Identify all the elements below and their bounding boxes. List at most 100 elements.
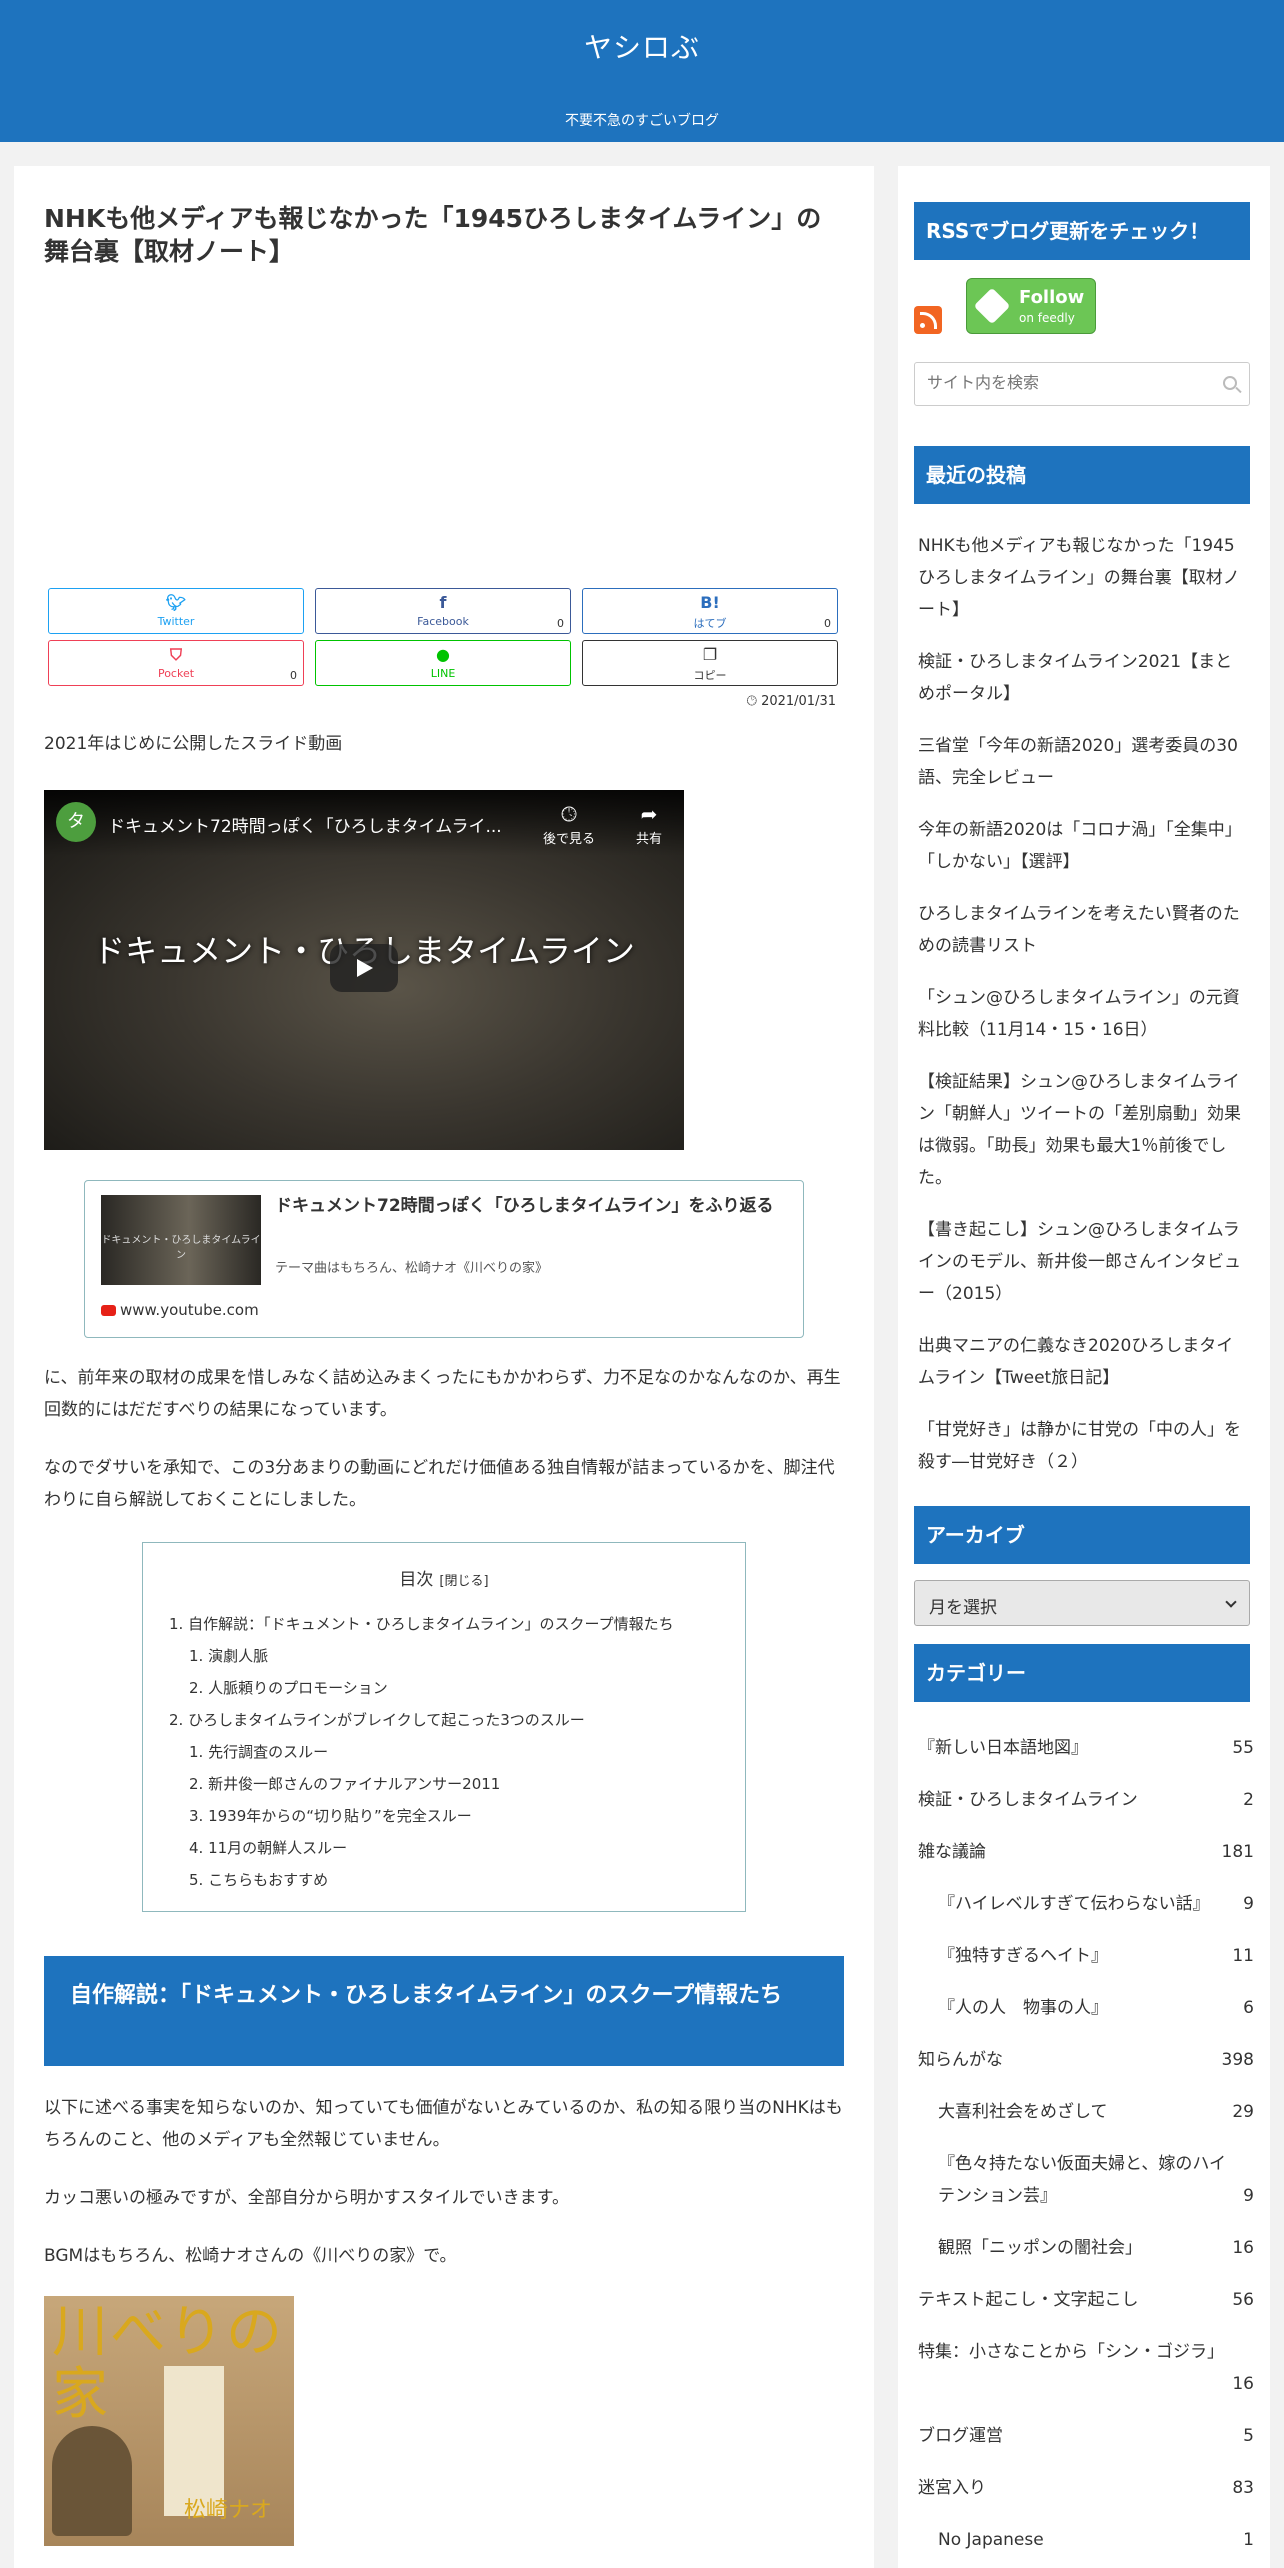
category-link[interactable]: 迷宮入り bbox=[918, 2472, 986, 2504]
chevron-down-icon bbox=[1225, 1596, 1237, 1608]
toc-item[interactable]: 2. 人脈頼りのプロモーション bbox=[189, 1677, 388, 1698]
card-title[interactable]: ドキュメント72時間っぽく「ひろしまタイムライン」をふり返る bbox=[275, 1191, 787, 1221]
category-link[interactable]: 特集：小さなことから「シン・ゴジラ」 bbox=[918, 2336, 1224, 2368]
recent-post-link[interactable]: 「シュン@ひろしまタイムライン」の元資料比較（11月14・15・16日） bbox=[918, 982, 1248, 1046]
search-box bbox=[914, 362, 1250, 406]
youtube-icon bbox=[101, 1305, 116, 1316]
search-input[interactable] bbox=[927, 373, 1207, 392]
category-count: 83 bbox=[1232, 2478, 1254, 2498]
youtube-embed[interactable]: タ ドキュメント72時間っぽく「ひろしまタイムライ... 🕓︎ 後で見る ➦ 共有 … bbox=[44, 790, 684, 1150]
copy-link-button[interactable]: ❐ コピー bbox=[582, 640, 838, 686]
article-title: NHKも他メディアも報じなかった「1945ひろしまタイムライン」の舞台裏【取材ノ… bbox=[44, 204, 822, 266]
share-pocket-button[interactable]: ⛉ Pocket 0 bbox=[48, 640, 304, 686]
paragraph: BGMはもちろん、松崎ナオさんの《川べりの家》で。 bbox=[44, 2246, 457, 2266]
section-heading: 自作解説：「ドキュメント・ひろしまタイムライン」のスクープ情報たち bbox=[44, 1956, 844, 2066]
recent-post-link[interactable]: 出典マニアの仁義なき2020ひろしまタイムライン【Tweet旅日記】 bbox=[918, 1330, 1248, 1394]
link-card[interactable]: ドキュメント・ひろしまタイムライン ドキュメント72時間っぽく「ひろしまタイムラ… bbox=[84, 1180, 804, 1338]
recent-post-link[interactable]: 【検証結果】シュン@ひろしまタイムライン「朝鮮人」ツイートの「差別扇動」効果は微… bbox=[918, 1066, 1248, 1194]
recent-post-link[interactable]: 三省堂「今年の新語2020」選考委員の30語、完全レビュー bbox=[918, 730, 1248, 794]
share-arrow-icon: ➦ bbox=[640, 802, 658, 826]
pocket-icon: ⛉ bbox=[169, 645, 182, 664]
category-link[interactable]: 大喜利社会をめざして bbox=[938, 2096, 1108, 2128]
clock-icon: 🕑︎ bbox=[746, 694, 762, 709]
category-link[interactable]: ブログ運営 bbox=[918, 2420, 1003, 2452]
category-link[interactable]: 観照「ニッポンの闇社会」 bbox=[938, 2232, 1142, 2264]
category-link[interactable]: 『色々持たない仮面夫婦と、嫁のハイテンション芸』 bbox=[938, 2148, 1238, 2212]
watch-later-button[interactable]: 🕓︎ 後で見る bbox=[534, 802, 604, 847]
paragraph: なのでダサいを承知で、この3分あまりの動画にどれだけ価値ある独自情報が詰まってい… bbox=[44, 1458, 835, 1510]
card-thumbnail[interactable]: ドキュメント・ひろしまタイムライン bbox=[101, 1195, 261, 1285]
share-count: 0 bbox=[557, 617, 564, 630]
toc-item[interactable]: 1. 先行調査のスルー bbox=[189, 1741, 328, 1762]
site-title[interactable]: ヤシロぶ bbox=[0, 26, 1284, 66]
rss-widget-title: RSSでブログ更新をチェック！ bbox=[914, 202, 1250, 260]
twitter-icon: 🐦︎ bbox=[165, 593, 187, 612]
category-count: 55 bbox=[1232, 1738, 1254, 1758]
search-icon[interactable] bbox=[1223, 376, 1237, 390]
recent-posts-title: 最近の投稿 bbox=[914, 446, 1250, 504]
category-link[interactable]: 『独特すぎるヘイト』 bbox=[938, 1940, 1108, 1972]
category-link[interactable]: 『人の人 物事の人』 bbox=[938, 1992, 1108, 2024]
feedly-icon bbox=[973, 287, 1011, 325]
card-description: テーマ曲はもちろん、松崎ナオ《川べりの家》 bbox=[275, 1261, 549, 1276]
toc-item[interactable]: 5. こちらもおすすめ bbox=[189, 1869, 328, 1890]
site-header: ヤシロぶ 不要不急のすごいブログ bbox=[0, 0, 1284, 142]
toc-item[interactable]: 1. 演劇人脈 bbox=[189, 1645, 268, 1666]
card-source[interactable]: www.youtube.com bbox=[101, 1301, 259, 1319]
category-count: 398 bbox=[1221, 2050, 1254, 2070]
category-count: 16 bbox=[1232, 2374, 1254, 2394]
main-content: NHKも他メディアも報じなかった「1945ひろしまタイムライン」の舞台裏【取材ノ… bbox=[14, 166, 874, 2568]
category-count: 56 bbox=[1232, 2290, 1254, 2310]
category-count: 2 bbox=[1243, 1790, 1254, 1810]
album-cover-image: 川べりの家 松崎ナオ bbox=[44, 2296, 294, 2546]
recent-post-link[interactable]: ひろしまタイムラインを考えたい賢者のための読書リスト bbox=[918, 898, 1248, 962]
post-date: 🕑︎ 2021/01/31 bbox=[746, 694, 836, 709]
recent-post-link[interactable]: 【書き起こし】シュン@ひろしまタイムラインのモデル、新井俊一郎さんインタビュー（… bbox=[918, 1214, 1248, 1310]
play-button[interactable] bbox=[330, 944, 398, 992]
category-link[interactable]: 『新しい日本語地図』 bbox=[918, 1732, 1088, 1764]
share-hatena-button[interactable]: B! はてブ 0 bbox=[582, 588, 838, 634]
share-line-button[interactable]: ● LINE bbox=[315, 640, 571, 686]
category-link[interactable]: 『ハイレベルすぎて伝わらない話』 bbox=[938, 1888, 1210, 1920]
recent-post-link[interactable]: 今年の新語2020は「コロナ渦」「全集中」「しかない」【選評】 bbox=[918, 814, 1248, 878]
toc-item[interactable]: 2. ひろしまタイムラインがブレイクして起こった3つのスルー bbox=[169, 1709, 585, 1730]
toc-item[interactable]: 1. 自作解説：「ドキュメント・ひろしまタイムライン」のスクープ情報たち bbox=[169, 1613, 674, 1634]
category-link[interactable]: 検証・ひろしまタイムライン bbox=[918, 1784, 1138, 1816]
category-link[interactable]: 雑な議論 bbox=[918, 1836, 986, 1868]
site-tagline: 不要不急のすごいブログ bbox=[565, 113, 719, 129]
toc-item[interactable]: 2. 新井俊一郎さんのファイナルアンサー2011 bbox=[189, 1773, 500, 1794]
archive-select[interactable]: 月を選択 bbox=[914, 1580, 1250, 1626]
category-count: 16 bbox=[1232, 2238, 1254, 2258]
hatena-icon: B! bbox=[700, 593, 720, 612]
archive-title: アーカイブ bbox=[914, 1506, 1250, 1564]
category-count: 5 bbox=[1243, 2426, 1254, 2446]
table-of-contents: 目次 [閉じる] 1. 自作解説：「ドキュメント・ひろしまタイムライン」のスクープ… bbox=[142, 1542, 746, 1912]
video-share-button[interactable]: ➦ 共有 bbox=[614, 802, 684, 847]
share-count: 0 bbox=[824, 617, 831, 630]
category-count: 9 bbox=[1243, 2186, 1254, 2206]
clock-icon: 🕓︎ bbox=[561, 802, 577, 826]
copy-icon: ❐ bbox=[702, 645, 718, 664]
category-link[interactable]: No Japanese bbox=[938, 2524, 1044, 2556]
album-title: 川べりの家 bbox=[52, 2300, 284, 2427]
recent-post-link[interactable]: NHKも他メディアも報じなかった「1945ひろしまタイムライン」の舞台裏【取材ノ… bbox=[918, 530, 1248, 626]
line-icon: ● bbox=[436, 645, 450, 664]
category-link[interactable]: 知らんがな bbox=[918, 2044, 1003, 2076]
share-facebook-button[interactable]: f Facebook 0 bbox=[315, 588, 571, 634]
toc-title: 目次 [閉じる] bbox=[399, 1570, 489, 1590]
category-title: カテゴリー bbox=[914, 1644, 1250, 1702]
toc-item[interactable]: 4. 11月の朝鮮人スルー bbox=[189, 1837, 347, 1858]
channel-avatar[interactable]: タ bbox=[56, 802, 96, 842]
toc-item[interactable]: 3. 1939年からの“切り貼り”を完全スルー bbox=[189, 1805, 472, 1826]
category-link[interactable]: テキスト起こし・文字起こし bbox=[918, 2284, 1139, 2316]
recent-post-link[interactable]: 検証・ひろしまタイムライン2021【まとめポータル】 bbox=[918, 646, 1248, 710]
category-count: 1 bbox=[1243, 2530, 1254, 2550]
share-twitter-button[interactable]: 🐦︎ Twitter bbox=[48, 588, 304, 634]
feedly-follow-button[interactable]: Follow on feedly bbox=[966, 278, 1096, 334]
toc-toggle[interactable]: [閉じる] bbox=[439, 1574, 488, 1589]
video-title[interactable]: ドキュメント72時間っぽく「ひろしまタイムライ... bbox=[108, 812, 502, 837]
category-count: 29 bbox=[1232, 2102, 1254, 2122]
share-count: 0 bbox=[290, 669, 297, 682]
rss-icon[interactable] bbox=[914, 306, 942, 334]
recent-post-link[interactable]: 「甘党好き」は静かに甘党の「中の人」を殺す―甘党好き（２） bbox=[918, 1414, 1248, 1478]
